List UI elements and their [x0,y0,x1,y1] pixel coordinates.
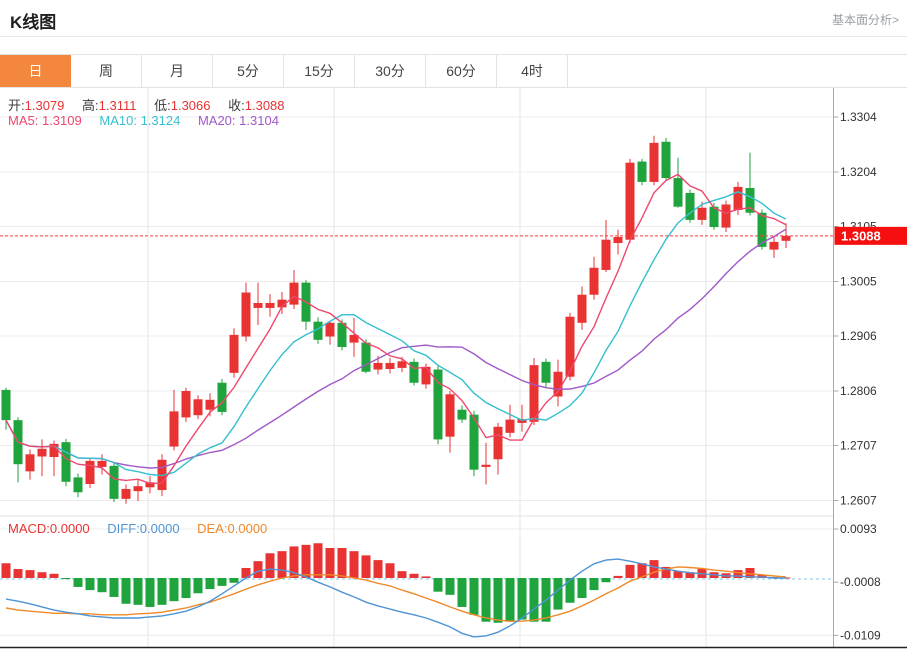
svg-text:1.3005: 1.3005 [840,275,877,289]
tab-60min[interactable]: 60分 [426,55,497,87]
svg-text:0.0093: 0.0093 [840,522,877,536]
period-tabbar: 日 周 月 5分 15分 30分 60分 4时 [0,54,907,88]
svg-text:1.2906: 1.2906 [840,329,877,343]
fundamental-analysis-link[interactable]: 基本面分析> [832,11,899,28]
header: K线图 基本面分析> [0,0,907,37]
svg-text:-0.0109: -0.0109 [840,628,881,642]
kline-chart-svg[interactable]: 1.33041.32041.31051.30051.29061.28061.27… [0,88,907,649]
kline-app: K线图 基本面分析> 日 周 月 5分 15分 30分 60分 4时 1.330… [0,0,907,649]
page-title: K线图 [10,8,56,33]
tab-month[interactable]: 月 [142,55,213,87]
tab-week[interactable]: 周 [71,55,142,87]
svg-text:1.2707: 1.2707 [840,438,877,452]
svg-text:1.3088: 1.3088 [841,228,881,243]
current-price-badge: 1.3088 [835,227,907,245]
svg-text:1.2607: 1.2607 [840,494,877,508]
ma-lines [6,174,786,483]
svg-text:1.2806: 1.2806 [840,384,877,398]
tab-30min[interactable]: 30分 [355,55,426,87]
svg-text:1.3204: 1.3204 [840,165,877,179]
tab-day[interactable]: 日 [0,55,71,87]
svg-text:1.3304: 1.3304 [840,110,877,124]
tab-15min[interactable]: 15分 [284,55,355,87]
tab-4hour[interactable]: 4时 [497,55,568,87]
candles [2,136,791,504]
svg-text:-0.0008: -0.0008 [840,575,881,589]
chart-canvas[interactable]: 1.33041.32041.31051.30051.29061.28061.27… [0,88,907,649]
tab-5min[interactable]: 5分 [213,55,284,87]
